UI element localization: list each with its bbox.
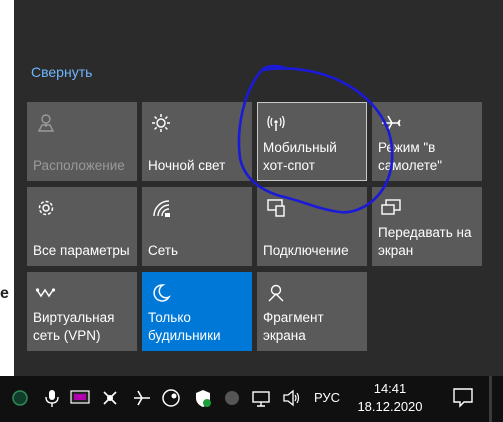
tile-network[interactable]: Сеть: [142, 187, 252, 266]
tile-project[interactable]: Передавать на экран: [372, 187, 482, 266]
background-text: e: [0, 285, 9, 302]
tile-label: Мобильный хот-спот: [263, 140, 337, 173]
tile-mobile-hotspot[interactable]: Мобильный хот-спот: [257, 102, 367, 181]
tile-label: Сеть: [148, 243, 179, 258]
tile-airplane-mode[interactable]: Режим "в самолете": [372, 102, 482, 181]
airplane-icon: [382, 115, 401, 131]
moon-icon: [153, 284, 171, 302]
background-window: e: [0, 0, 14, 376]
connect-icon: [267, 199, 285, 217]
tile-alarms-only[interactable]: Только будильники: [142, 272, 252, 351]
monitor-app-icon[interactable]: [70, 388, 90, 408]
taskbar: РУС 14:41 18.12.2020: [0, 376, 503, 422]
tile-label: Подключение: [263, 243, 349, 258]
app-circle-icon[interactable]: [10, 388, 30, 408]
tile-label: Передавать на экран: [378, 225, 472, 258]
tile-label: Фрагмент экрана: [263, 310, 324, 343]
show-desktop-button[interactable]: [489, 376, 492, 422]
vpn-icon: [35, 288, 56, 298]
hotspot-icon: [267, 115, 285, 131]
network-icon: [153, 200, 170, 217]
microphone-icon[interactable]: [42, 388, 62, 408]
tile-label: Режим "в самолете": [378, 140, 443, 173]
tile-screen-snip[interactable]: Фрагмент экрана: [257, 272, 367, 351]
network-icon[interactable]: [251, 388, 271, 408]
tile-label: Ночной свет: [148, 158, 226, 173]
tile-location[interactable]: Расположение: [27, 102, 137, 181]
tile-night-light[interactable]: Ночной свет: [142, 102, 252, 181]
notification-icon[interactable]: [452, 386, 474, 408]
clock-date: 18.12.2020: [357, 399, 423, 414]
tile-label: Расположение: [33, 158, 125, 173]
clock[interactable]: 14:41 18.12.2020: [350, 380, 430, 416]
volume-icon[interactable]: [281, 388, 301, 408]
clock-time: 14:41: [373, 381, 407, 396]
collapse-link[interactable]: Свернуть: [31, 64, 92, 80]
location-icon: [37, 114, 55, 132]
satellite-icon[interactable]: [100, 388, 120, 408]
steam-icon[interactable]: [161, 388, 181, 408]
snip-icon: [268, 284, 284, 302]
shield-icon[interactable]: [193, 388, 213, 408]
tile-label: Виртуальная сеть (VPN): [33, 310, 115, 343]
brightness-icon: [152, 114, 170, 132]
tile-all-settings[interactable]: Все параметры: [27, 187, 137, 266]
gear-icon: [38, 200, 54, 216]
tile-label: Только будильники: [148, 310, 221, 343]
airplane-icon[interactable]: [132, 388, 152, 408]
project-icon: [381, 199, 401, 215]
tile-connect[interactable]: Подключение: [257, 187, 367, 266]
language-indicator[interactable]: РУС: [314, 390, 340, 405]
tile-label: Все параметры: [33, 243, 130, 258]
sphere-icon[interactable]: [222, 388, 242, 408]
tile-vpn[interactable]: Виртуальная сеть (VPN): [27, 272, 137, 351]
